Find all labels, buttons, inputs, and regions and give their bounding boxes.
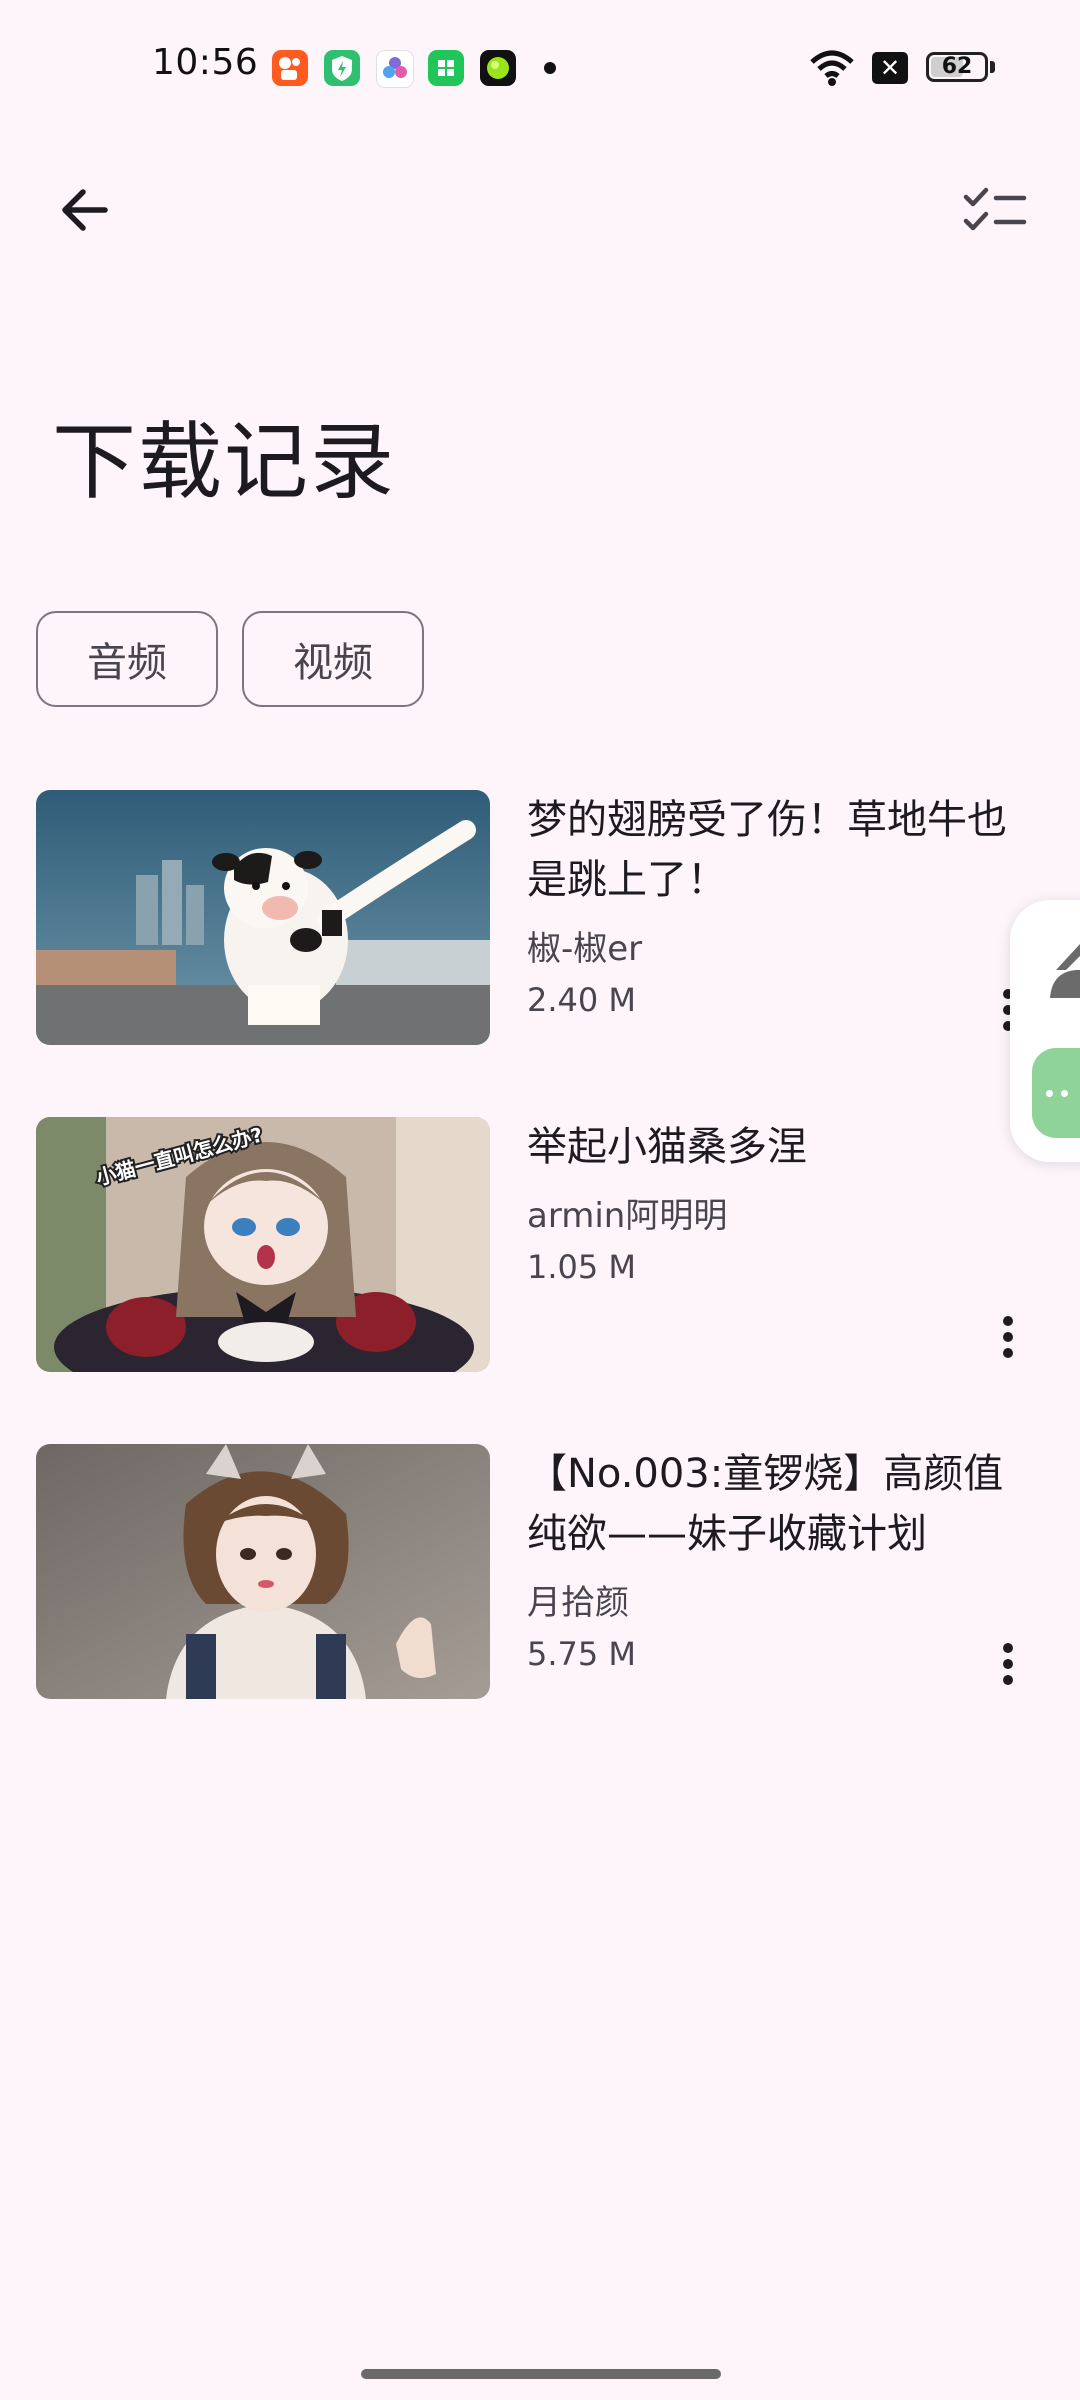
download-size: 2.40 M [527,981,637,1019]
gameflow-icon [376,50,414,88]
shield-icon [324,50,360,86]
no-sim-icon: ✕ [872,52,908,84]
assistant-icon [1050,944,1080,998]
download-title: 【No.003:童锣烧】高颜值 纯欲——妹子收藏计划 [527,1451,1004,1557]
filter-chip-audio[interactable]: 音频 [36,611,218,707]
status-time: 10:56 [152,42,259,83]
filter-chip-row: 音频 视频 [36,611,424,707]
battery-icon: 62 [926,52,988,82]
download-item[interactable]: 小猫一直叫怎么办? 举起小猫桑多涅 armin阿明明 1.05 M [0,1117,1080,1444]
video-thumbnail[interactable] [36,790,490,1045]
more-options-button[interactable] [978,1624,1038,1704]
more-options-button[interactable] [978,1297,1038,1377]
arrow-back-icon [62,189,108,231]
status-bar: 10:56 ✕ 62 [0,0,1080,130]
download-list: 梦的翅膀受了伤！草地牛也是跳上了！ 椒-椒er 2.40 M 小猫一直叫怎么办?… [0,790,1080,1771]
more-notifications-dot [544,62,556,74]
page-title: 下载记录 [52,413,397,511]
checklist-icon [963,187,1027,231]
kuaishou-icon [272,50,308,86]
ellipsis-icon [1046,1090,1068,1097]
wifi-icon [808,48,856,92]
select-mode-button[interactable] [950,165,1040,255]
video-thumbnail[interactable] [36,1444,490,1699]
download-title: 举起小猫桑多涅 [527,1124,807,1170]
download-size: 5.75 M [527,1635,637,1673]
download-item[interactable]: 【No.003:童锣烧】高颜值 纯欲——妹子收藏计划 月拾颜 5.75 M [0,1444,1080,1771]
back-button[interactable] [40,165,130,255]
download-history-screen: 10:56 ✕ 62 下载记录 音频 视频 梦的翅膀受了伤！草地牛也是跳上了！ … [0,0,1080,2400]
download-author: 月拾颜 [527,1583,629,1623]
filter-chip-video[interactable]: 视频 [242,611,424,707]
more-vert-icon [1003,1316,1013,1358]
battery-tip [990,61,995,73]
download-author: armin阿明明 [527,1196,728,1236]
gesture-navigation-bar[interactable] [361,2369,721,2379]
chat-bubble-button[interactable] [1032,1048,1080,1138]
more-vert-icon [1003,1643,1013,1685]
green-app-icon [428,50,464,86]
download-author: 椒-椒er [527,929,643,969]
video-thumbnail[interactable]: 小猫一直叫怎么办? [36,1117,490,1372]
download-item[interactable]: 梦的翅膀受了伤！草地牛也是跳上了！ 椒-椒er 2.40 M [0,790,1080,1117]
download-title: 梦的翅膀受了伤！草地牛也是跳上了！ [527,797,1007,903]
floating-side-widget[interactable] [1010,900,1080,1162]
battery-level-text: 62 [941,54,973,79]
ball-app-icon [480,50,516,86]
download-size: 1.05 M [527,1248,637,1286]
